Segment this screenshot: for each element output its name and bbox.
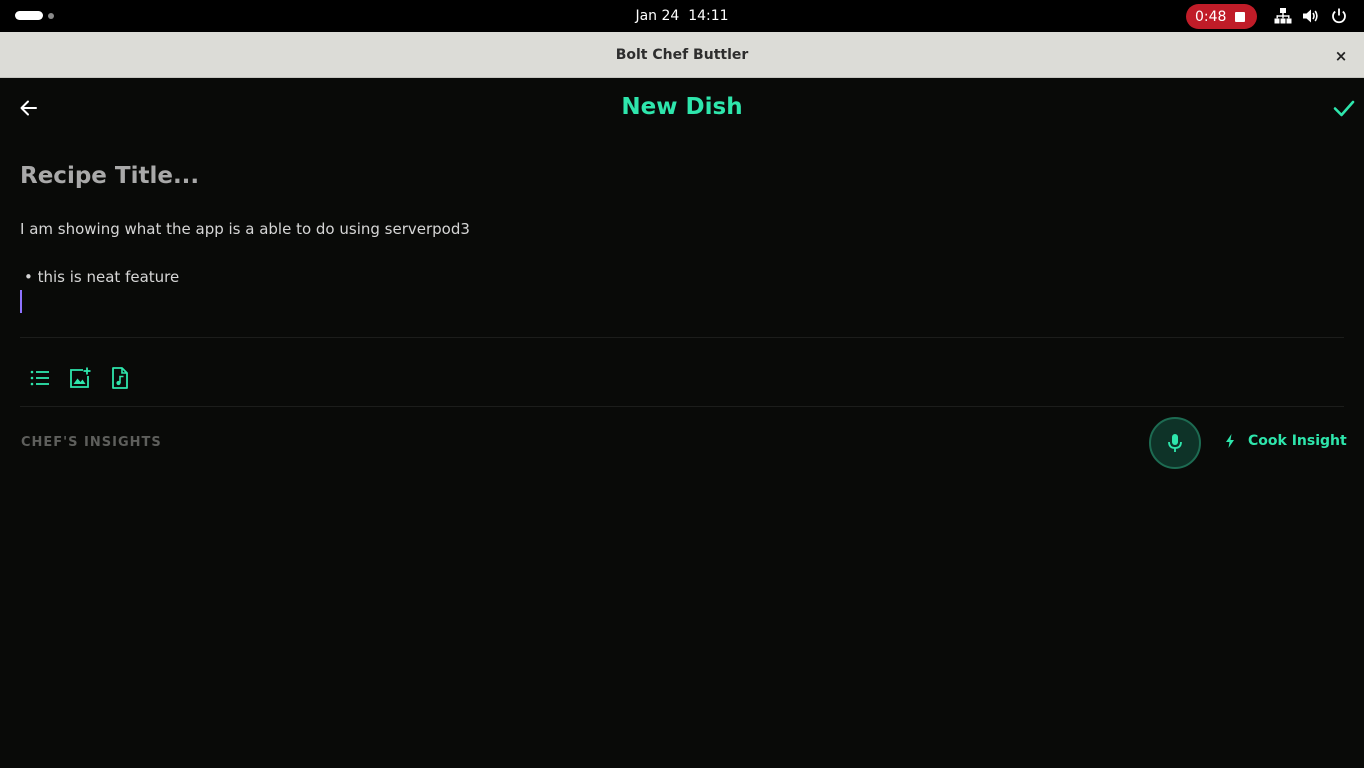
- screen-recording-indicator[interactable]: 0:48: [1186, 4, 1257, 29]
- page-title: New Dish: [621, 94, 743, 120]
- activities-indicator[interactable]: [15, 11, 54, 20]
- bulleted-list-icon[interactable]: [28, 366, 52, 390]
- divider: [20, 406, 1344, 407]
- recipe-bullet-item[interactable]: • this is neat feature: [24, 268, 179, 286]
- lightning-bolt-icon: [1226, 434, 1234, 448]
- microphone-icon: [1168, 434, 1182, 452]
- chefs-insights-heading: CHEF'S INSIGHTS: [21, 435, 162, 450]
- active-workspace-indicator: [15, 11, 43, 20]
- workspace-dot: [48, 12, 54, 19]
- cook-insight-button[interactable]: Cook Insight: [1222, 433, 1347, 449]
- system-tray[interactable]: [1274, 7, 1348, 25]
- window-titlebar: Bolt Chef Buttler ×: [0, 32, 1364, 78]
- clock-time[interactable]: 14:11: [688, 8, 728, 24]
- divider: [20, 337, 1344, 338]
- window-close-button[interactable]: ×: [1330, 45, 1352, 67]
- save-check-icon[interactable]: [1331, 95, 1357, 121]
- power-icon: [1332, 8, 1346, 24]
- app-content: New Dish Recipe Title... I am showing wh…: [0, 79, 1364, 768]
- network-icon: [1274, 8, 1292, 24]
- audio-file-icon[interactable]: [108, 366, 132, 390]
- stop-recording-icon: [1235, 11, 1246, 22]
- add-image-icon[interactable]: [68, 366, 92, 390]
- text-cursor: [20, 290, 22, 313]
- cook-insight-label: Cook Insight: [1248, 433, 1347, 449]
- volume-icon: [1303, 9, 1318, 23]
- window-title: Bolt Chef Buttler: [615, 47, 749, 63]
- recipe-body-line[interactable]: I am showing what the app is a able to d…: [20, 220, 470, 238]
- voice-input-button[interactable]: [1149, 417, 1201, 469]
- recording-time: 0:48: [1195, 8, 1227, 25]
- clock: Jan 24 14:11: [0, 0, 1364, 32]
- clock-date[interactable]: Jan 24: [635, 8, 679, 24]
- system-top-bar: Jan 24 14:11 0:48: [0, 0, 1364, 32]
- recipe-title-input[interactable]: Recipe Title...: [20, 163, 199, 189]
